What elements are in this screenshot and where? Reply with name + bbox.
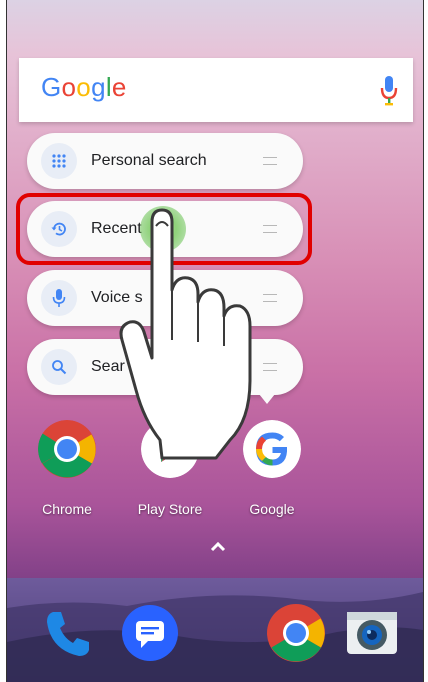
logo-letter: G bbox=[41, 72, 62, 102]
google-search-bar[interactable]: Google bbox=[19, 58, 413, 122]
app-label: Chrome bbox=[42, 501, 92, 517]
app-label: Play Store bbox=[137, 501, 203, 517]
chrome-icon[interactable] bbox=[267, 604, 325, 662]
home-screen: Google Personal search Recent Voice s Se… bbox=[6, 0, 424, 682]
camera-icon[interactable] bbox=[343, 604, 401, 662]
dock bbox=[7, 578, 423, 682]
pointing-hand-illustration bbox=[119, 208, 252, 460]
logo-letter: g bbox=[91, 72, 106, 102]
apps-grid-icon bbox=[41, 143, 77, 179]
logo-letter: o bbox=[76, 72, 92, 102]
app-chrome[interactable]: Chrome bbox=[22, 420, 112, 517]
shortcut-personal-search[interactable]: Personal search bbox=[27, 133, 303, 189]
logo-letter: e bbox=[111, 72, 127, 102]
phone-icon[interactable] bbox=[39, 604, 97, 662]
shortcut-label: Personal search bbox=[91, 152, 207, 169]
drag-handle-icon[interactable] bbox=[263, 157, 277, 165]
microphone-icon[interactable] bbox=[379, 74, 399, 108]
chevron-up-icon[interactable] bbox=[208, 540, 228, 554]
app-label: Google bbox=[249, 501, 295, 517]
chrome-icon bbox=[38, 420, 96, 478]
microphone-icon bbox=[41, 280, 77, 316]
search-icon bbox=[41, 349, 77, 385]
google-logo: Google bbox=[41, 72, 127, 103]
messages-icon[interactable] bbox=[121, 604, 179, 662]
logo-letter: o bbox=[61, 72, 77, 102]
